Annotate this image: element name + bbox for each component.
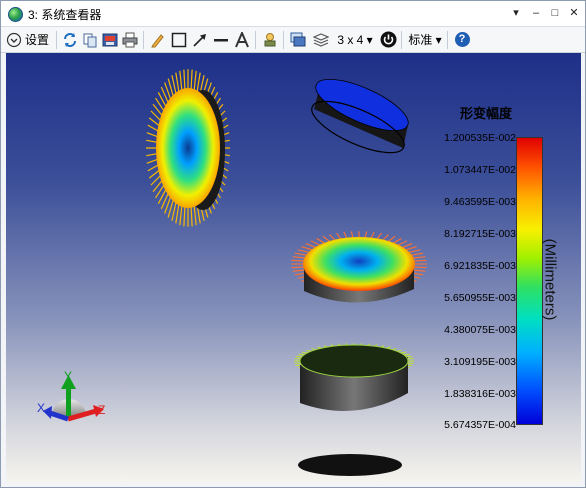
help-button[interactable]: ? — [453, 30, 471, 49]
toolbar-separator — [447, 31, 448, 49]
title-bar: 3: 系统查看器 ▾ – □ ✕ — [1, 1, 585, 27]
legend-units: (Millimeters) — [541, 238, 559, 321]
print-button[interactable] — [121, 30, 139, 49]
legend-tick: 3.109195E-003 — [444, 356, 516, 368]
legend-colorbar — [516, 137, 543, 425]
minimize-button[interactable]: – — [527, 4, 545, 22]
text-a-icon — [235, 31, 249, 47]
legend-tick: 8.192715E-003 — [444, 228, 516, 240]
triad-y-label: Y — [64, 369, 73, 383]
legend-tick: 5.650955E-003 — [444, 292, 516, 304]
copy-button[interactable] — [81, 30, 99, 49]
save-image-icon — [102, 33, 118, 46]
legend-title: 形变幅度 — [459, 106, 512, 121]
toolbar: 设置 3 x 4 ▾ 标准 ▾ ? — [1, 27, 585, 53]
legend-tick: 5.674357E-004 — [444, 419, 516, 431]
window-stack-icon — [290, 32, 306, 46]
chevron-down-circle-icon — [6, 32, 22, 47]
line-icon — [214, 38, 228, 41]
standard-view-dropdown[interactable]: 标准 ▾ — [406, 30, 444, 49]
pencil-button[interactable] — [149, 30, 167, 49]
rectangle-icon — [171, 32, 187, 47]
help-icon: ? — [454, 32, 470, 47]
toolbar-separator — [255, 31, 256, 49]
window-menu-button[interactable]: ▾ — [507, 4, 525, 22]
toolbar-separator — [283, 31, 284, 49]
app-globe-icon — [8, 7, 23, 22]
legend-tick: 4.380075E-003 — [444, 324, 516, 336]
toolbar-separator — [401, 31, 402, 49]
user-stamp-icon — [264, 32, 276, 46]
legend-tick: 1.200535E-002 — [444, 132, 516, 144]
deformed-disc-middle — [291, 231, 427, 303]
legend-tick: 1.838316E-003 — [444, 388, 516, 400]
line-tool-button[interactable] — [212, 30, 230, 49]
coordinate-triad — [43, 375, 104, 422]
copy-icon — [83, 33, 97, 47]
close-button[interactable]: ✕ — [565, 4, 583, 22]
power-button[interactable] — [379, 30, 397, 49]
settings-label: 设置 — [25, 33, 50, 47]
layout-label: 3 x 4 ▾ — [337, 32, 373, 47]
refresh-button[interactable] — [61, 30, 79, 49]
triad-z-label: Z — [98, 403, 106, 417]
layers-button[interactable] — [312, 30, 330, 49]
rectangle-tool-button[interactable] — [170, 30, 188, 49]
maximize-button[interactable]: □ — [546, 4, 564, 22]
settings-button[interactable]: 设置 — [6, 30, 54, 49]
text-tool-button[interactable] — [233, 30, 251, 49]
refresh-icon — [64, 32, 76, 47]
standard-view-label: 标准 ▾ — [408, 33, 442, 47]
user-button[interactable] — [261, 30, 279, 49]
layout-dropdown[interactable]: 3 x 4 ▾ — [335, 30, 375, 49]
window-layout-button[interactable] — [289, 30, 307, 49]
legend-tick: 9.463595E-003 — [444, 196, 516, 208]
triad-x-label: X — [37, 401, 46, 415]
toolbar-separator — [56, 31, 57, 49]
save-image-button[interactable] — [101, 30, 119, 49]
disc-top-right — [311, 79, 409, 154]
disc-bottom — [298, 454, 402, 476]
power-icon — [380, 31, 396, 48]
3d-viewport[interactable]: Y Z X 形变幅度 (Millimeters) 1.200535E-002 1… — [6, 53, 581, 483]
legend-tick: 1.073447E-002 — [444, 164, 516, 176]
pencil-icon — [151, 33, 164, 47]
deformed-disc-left — [146, 69, 230, 227]
arrow-icon — [193, 33, 206, 47]
cylinder-lower-right — [294, 343, 414, 411]
toolbar-separator — [143, 31, 144, 49]
print-icon — [122, 32, 138, 47]
arrow-tool-button[interactable] — [191, 30, 209, 49]
system-viewer-window: 3: 系统查看器 ▾ – □ ✕ 设置 3 x 4 ▾ 标准 ▾ ? Y Z X… — [0, 0, 586, 488]
legend-tick: 6.921835E-003 — [444, 260, 516, 272]
window-title: 3: 系统查看器 — [28, 8, 102, 22]
layers-icon — [313, 32, 329, 47]
